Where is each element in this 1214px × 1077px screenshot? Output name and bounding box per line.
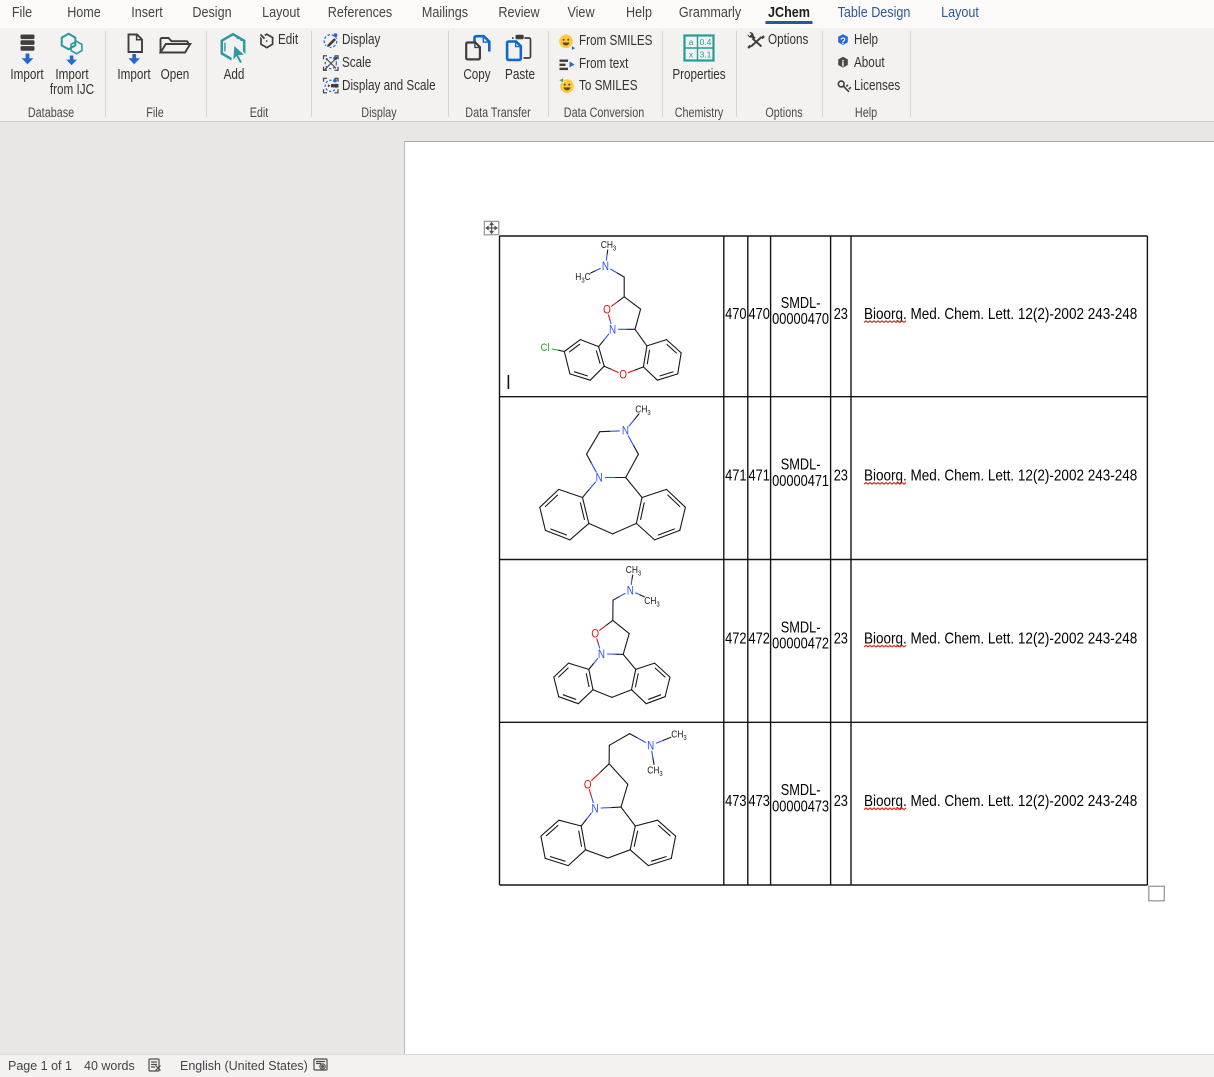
svg-text:a: a [689,37,694,47]
svg-text:x: x [689,50,694,60]
svg-text:0.4: 0.4 [700,37,712,47]
svg-text:?: ? [840,36,846,47]
svg-text:i: i [842,59,845,70]
svg-text:3.1: 3.1 [700,50,712,60]
